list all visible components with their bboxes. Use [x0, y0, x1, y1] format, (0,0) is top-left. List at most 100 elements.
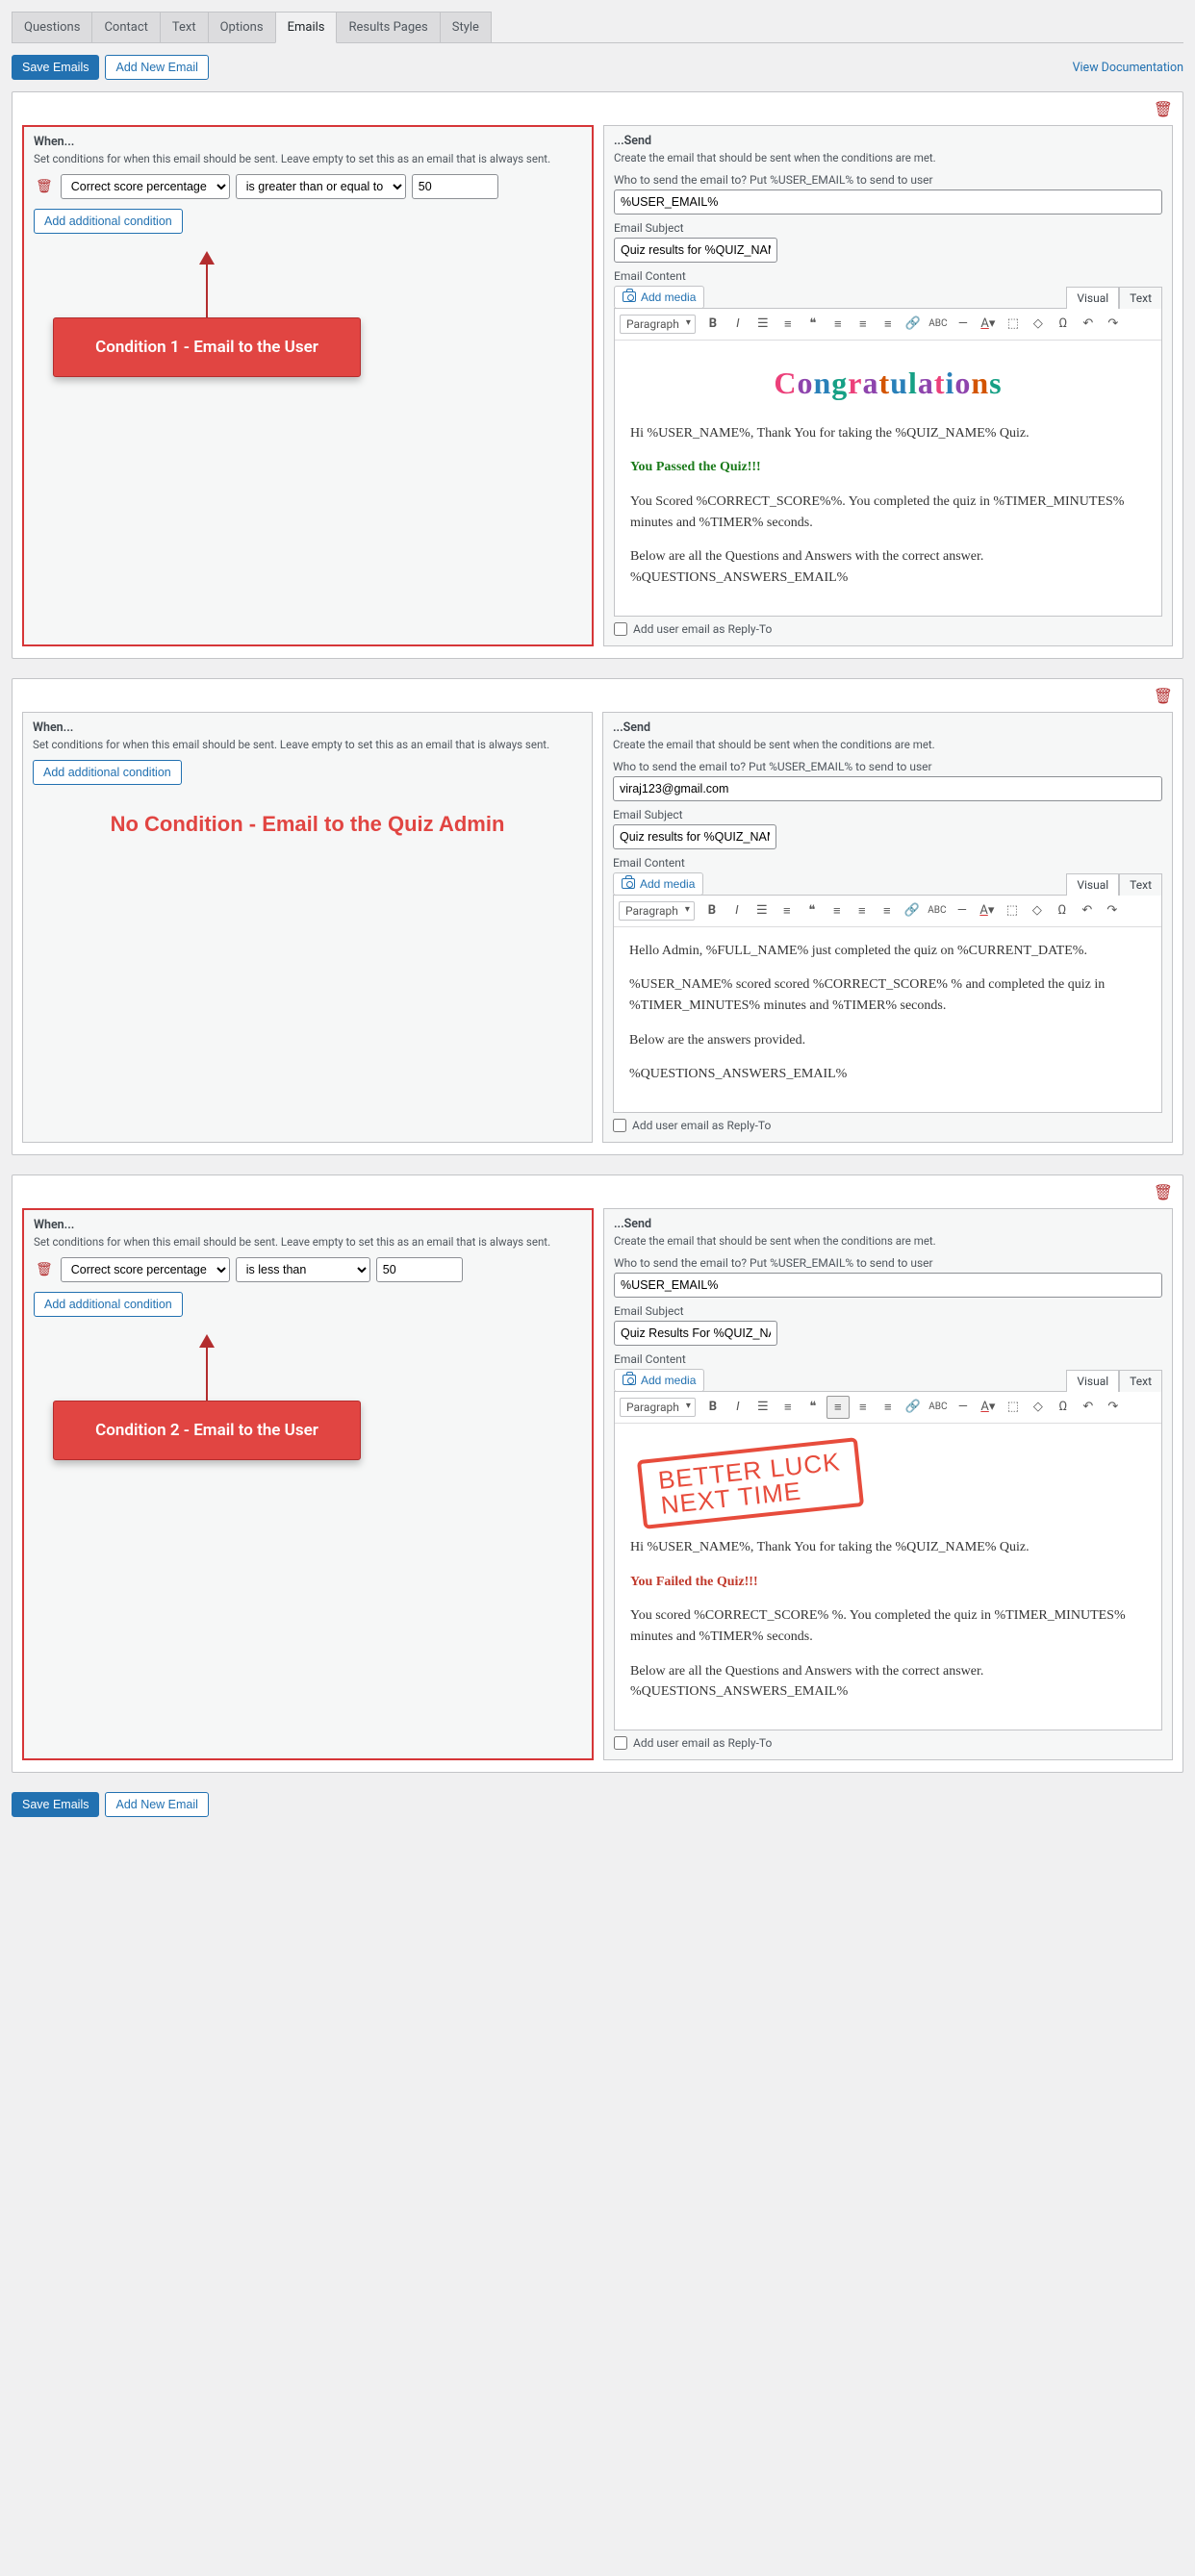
redo-icon[interactable]: ↷: [1102, 1396, 1125, 1419]
number-list-icon[interactable]: ≡: [776, 313, 800, 336]
reply-to-checkbox-label[interactable]: Add user email as Reply-To: [614, 622, 1162, 636]
format-select[interactable]: Paragraph: [620, 315, 696, 334]
add-new-email-button[interactable]: Add New Email: [105, 55, 208, 80]
hr-icon[interactable]: —: [951, 899, 974, 922]
editor-body[interactable]: Congratulations Hi %USER_NAME%, Thank Yo…: [615, 341, 1161, 616]
eraser-icon[interactable]: ◇: [1026, 899, 1049, 922]
subject-input[interactable]: [614, 238, 777, 263]
bold-icon[interactable]: B: [700, 899, 724, 922]
clear-format-icon[interactable]: ⬚: [1001, 899, 1024, 922]
editor-tab-text[interactable]: Text: [1119, 873, 1162, 896]
align-center-icon[interactable]: ≡: [852, 1396, 875, 1419]
to-input[interactable]: [614, 1273, 1162, 1298]
editor-tab-text[interactable]: Text: [1119, 1370, 1162, 1392]
eraser-icon[interactable]: ◇: [1027, 313, 1050, 336]
special-char-icon[interactable]: Ω: [1052, 313, 1075, 336]
tab-contact[interactable]: Contact: [91, 12, 160, 42]
tab-questions[interactable]: Questions: [12, 12, 92, 42]
align-left-icon[interactable]: ≡: [826, 1396, 850, 1419]
bullet-list-icon[interactable]: ☰: [751, 1396, 775, 1419]
redo-icon[interactable]: ↷: [1101, 899, 1124, 922]
undo-icon[interactable]: ↶: [1077, 1396, 1100, 1419]
reply-to-checkbox-label[interactable]: Add user email as Reply-To: [614, 1736, 1162, 1750]
to-input[interactable]: [614, 189, 1162, 215]
align-right-icon[interactable]: ≡: [876, 899, 899, 922]
to-input[interactable]: [613, 776, 1162, 801]
redo-icon[interactable]: ↷: [1102, 313, 1125, 336]
delete-email-icon[interactable]: 🗑: [1154, 100, 1173, 118]
editor-body[interactable]: Hello Admin, %FULL_NAME% just completed …: [614, 927, 1161, 1112]
editor-tab-visual[interactable]: Visual: [1066, 873, 1119, 896]
condition-operator-select[interactable]: is greater than or equal to: [236, 174, 406, 199]
special-char-icon[interactable]: Ω: [1051, 899, 1074, 922]
clear-format-icon[interactable]: ⬚: [1002, 313, 1025, 336]
text-color-icon[interactable]: A ▾: [977, 1396, 1000, 1419]
special-char-icon[interactable]: Ω: [1052, 1396, 1075, 1419]
italic-icon[interactable]: I: [725, 899, 749, 922]
editor-tab-visual[interactable]: Visual: [1066, 287, 1119, 309]
align-center-icon[interactable]: ≡: [851, 899, 874, 922]
editor-tab-visual[interactable]: Visual: [1066, 1370, 1119, 1392]
undo-icon[interactable]: ↶: [1077, 313, 1100, 336]
reply-to-checkbox[interactable]: [614, 1736, 627, 1750]
add-condition-button[interactable]: Add additional condition: [33, 760, 182, 785]
undo-icon[interactable]: ↶: [1076, 899, 1099, 922]
align-left-icon[interactable]: ≡: [826, 313, 850, 336]
add-media-button[interactable]: Add media: [614, 1369, 704, 1392]
align-center-icon[interactable]: ≡: [852, 313, 875, 336]
clear-format-icon[interactable]: ⬚: [1002, 1396, 1025, 1419]
format-select[interactable]: Paragraph: [620, 1398, 696, 1417]
condition-operator-select[interactable]: is less than: [236, 1257, 370, 1282]
condition-field-select[interactable]: Correct score percentage: [61, 1257, 230, 1282]
text-color-icon[interactable]: A ▾: [977, 313, 1000, 336]
editor-body[interactable]: BETTER LUCK NEXT TIME Hi %USER_NAME%, Th…: [615, 1424, 1161, 1730]
tab-options[interactable]: Options: [208, 12, 276, 42]
delete-email-icon[interactable]: 🗑: [1154, 687, 1173, 705]
subject-input[interactable]: [614, 1321, 777, 1346]
link-icon[interactable]: 🔗: [902, 313, 925, 336]
save-emails-button[interactable]: Save Emails: [12, 1792, 99, 1817]
reply-to-checkbox[interactable]: [614, 622, 627, 636]
number-list-icon[interactable]: ≡: [775, 899, 799, 922]
quote-icon[interactable]: ❝: [801, 899, 824, 922]
align-left-icon[interactable]: ≡: [826, 899, 849, 922]
align-right-icon[interactable]: ≡: [877, 1396, 900, 1419]
add-condition-button[interactable]: Add additional condition: [34, 209, 183, 234]
italic-icon[interactable]: I: [726, 1396, 750, 1419]
align-right-icon[interactable]: ≡: [877, 313, 900, 336]
eraser-icon[interactable]: ◇: [1027, 1396, 1050, 1419]
bold-icon[interactable]: B: [701, 313, 725, 336]
subject-input[interactable]: [613, 824, 776, 849]
save-emails-button[interactable]: Save Emails: [12, 55, 99, 80]
add-condition-button[interactable]: Add additional condition: [34, 1292, 183, 1317]
tab-emails[interactable]: Emails: [275, 12, 338, 43]
italic-icon[interactable]: I: [726, 313, 750, 336]
text-color-icon[interactable]: A ▾: [976, 899, 999, 922]
view-documentation-link[interactable]: View Documentation: [1073, 61, 1183, 75]
strike-icon[interactable]: ABC: [926, 899, 949, 922]
format-select[interactable]: Paragraph: [619, 901, 695, 921]
hr-icon[interactable]: —: [952, 1396, 975, 1419]
link-icon[interactable]: 🔗: [902, 1396, 925, 1419]
delete-email-icon[interactable]: 🗑: [1154, 1183, 1173, 1201]
editor-tab-text[interactable]: Text: [1119, 287, 1162, 309]
number-list-icon[interactable]: ≡: [776, 1396, 800, 1419]
add-media-button[interactable]: Add media: [613, 872, 703, 896]
delete-condition-icon[interactable]: 🗑: [34, 179, 55, 194]
tab-style[interactable]: Style: [440, 12, 492, 42]
tab-results-pages[interactable]: Results Pages: [336, 12, 440, 42]
add-new-email-button[interactable]: Add New Email: [105, 1792, 208, 1817]
tab-text[interactable]: Text: [160, 12, 209, 42]
condition-value-input[interactable]: [412, 174, 498, 199]
delete-condition-icon[interactable]: 🗑: [34, 1262, 55, 1277]
reply-to-checkbox[interactable]: [613, 1119, 626, 1132]
quote-icon[interactable]: ❝: [801, 1396, 825, 1419]
add-media-button[interactable]: Add media: [614, 286, 704, 309]
link-icon[interactable]: 🔗: [901, 899, 924, 922]
condition-field-select[interactable]: Correct score percentage: [61, 174, 230, 199]
hr-icon[interactable]: —: [952, 313, 975, 336]
reply-to-checkbox-label[interactable]: Add user email as Reply-To: [613, 1119, 1162, 1132]
condition-value-input[interactable]: [376, 1257, 463, 1282]
bold-icon[interactable]: B: [701, 1396, 725, 1419]
strike-icon[interactable]: ABC: [927, 313, 950, 336]
